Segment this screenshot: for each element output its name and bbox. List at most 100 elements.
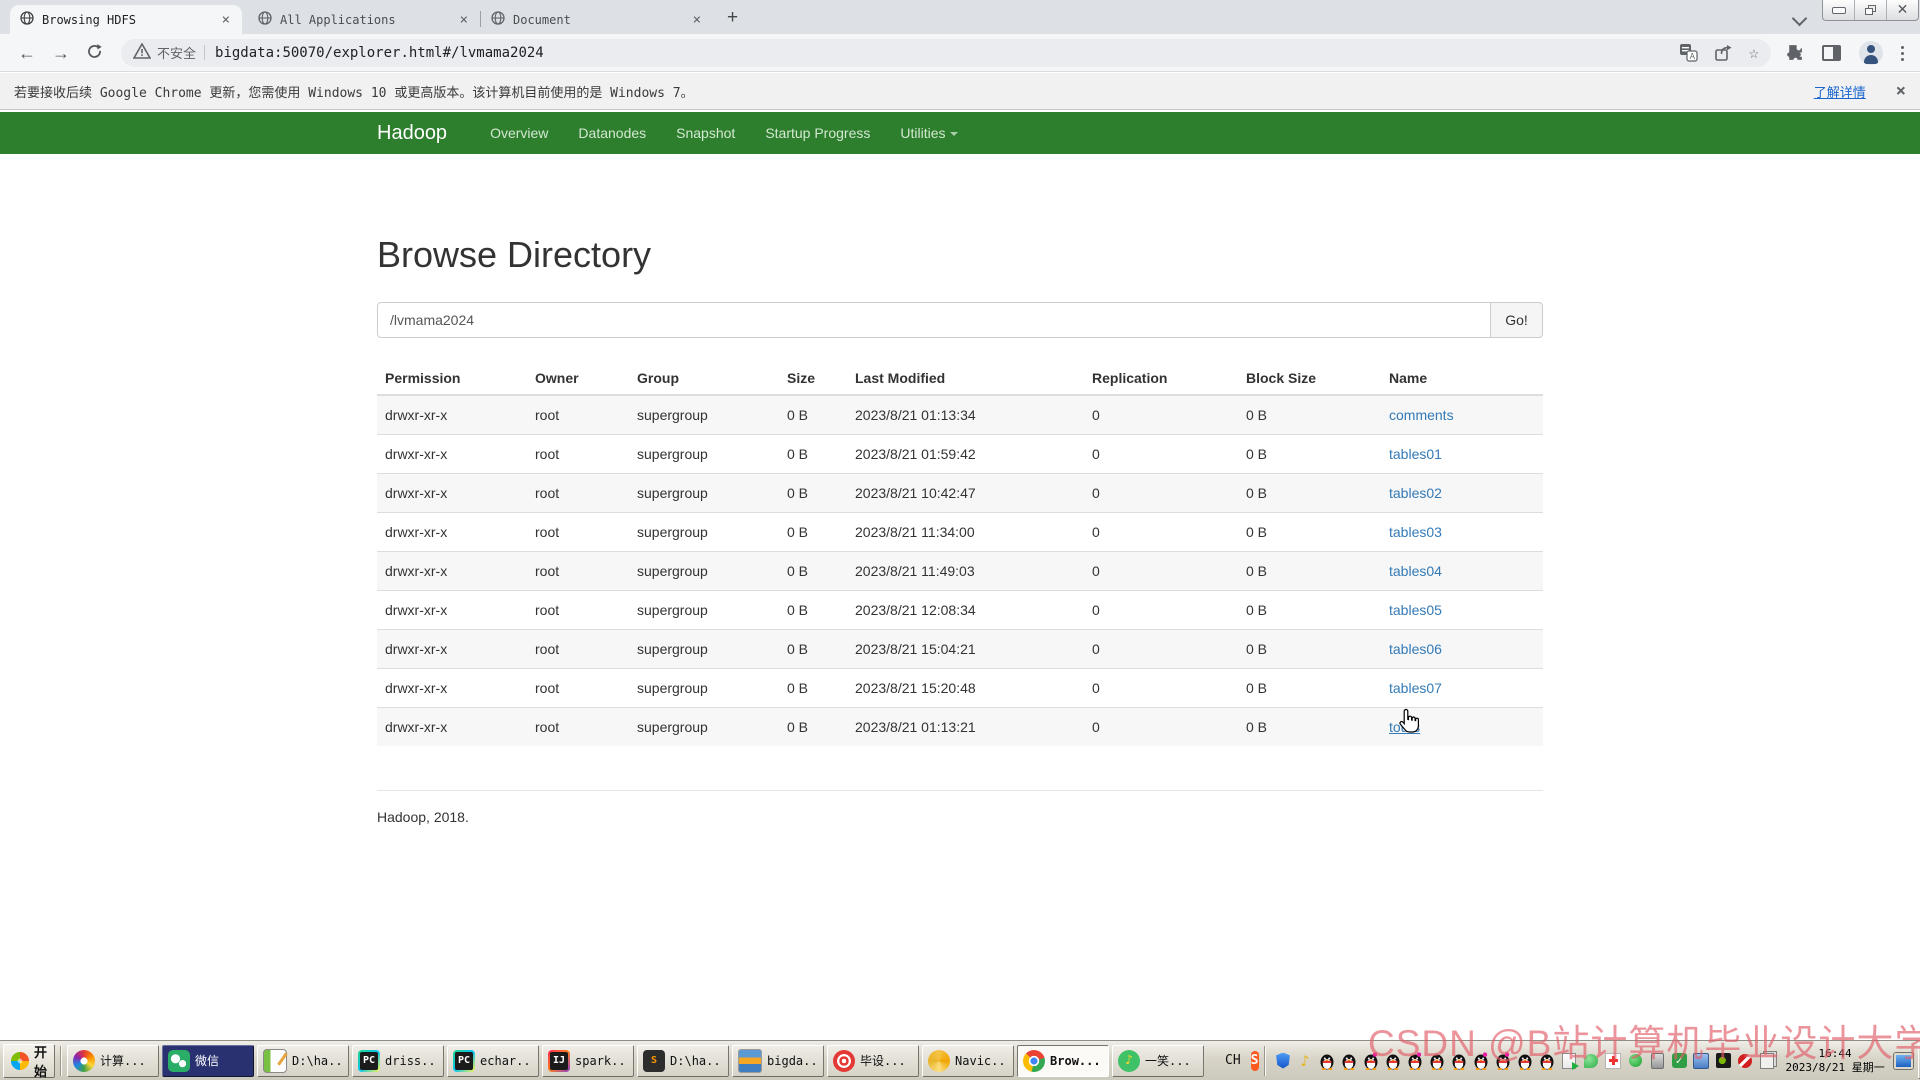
qq-penguin-tray-icon[interactable] [1340,1051,1359,1070]
profile-avatar[interactable] [1859,41,1883,65]
nav-overview[interactable]: Overview [475,125,563,141]
minimize-button[interactable] [1823,0,1855,20]
go-button[interactable]: Go! [1491,302,1543,338]
music-note-tray-icon[interactable]: ♪ [1296,1051,1315,1070]
taskbar-button-pycharm[interactable]: PCdriss... [352,1045,444,1077]
page-sync-tray-icon[interactable] [1560,1051,1579,1070]
table-row: drwxr-xr-xrootsupergroup0 B2023/8/21 12:… [377,591,1543,630]
menu-kebab-icon[interactable] [1901,46,1904,49]
share-icon[interactable] [1714,44,1733,62]
translate-icon[interactable]: A [1679,43,1698,62]
taskbar-button-label: 微信 [195,1052,219,1069]
window-controls: ✕ [1822,0,1919,21]
qq-penguin-tray-icon[interactable] [1384,1051,1403,1070]
taskbar-separator [60,1046,62,1076]
nav-datanodes[interactable]: Datanodes [563,125,661,141]
banner-close-icon[interactable]: × [1896,81,1906,101]
directory-link-tables01[interactable]: tables01 [1389,446,1442,462]
taskbar-button-qqmusic[interactable]: ♪一笑... [1112,1045,1204,1077]
qq-penguin-tray-icon[interactable] [1318,1051,1337,1070]
nvidia-tray-icon[interactable] [1714,1051,1733,1070]
nav-utilities-dropdown[interactable]: Utilities [885,125,972,141]
directory-link-tables06[interactable]: tables06 [1389,641,1442,657]
green-dot-tray-icon[interactable] [1626,1051,1645,1070]
table-header-row: Permission Owner Group Size Last Modifie… [377,362,1543,395]
qq-penguin-tray-icon[interactable] [1406,1051,1425,1070]
taskbar-button-label: 毕设... [860,1052,906,1069]
clipboard-tray-icon[interactable] [1758,1051,1777,1070]
qq-penguin-tray-icon[interactable] [1428,1051,1447,1070]
sogou-input-icon[interactable]: S [1251,1051,1259,1071]
directory-link-tables07[interactable]: tables07 [1389,680,1442,696]
directory-link-tables03[interactable]: tables03 [1389,524,1442,540]
taskbar-button-chrome[interactable]: Brow... [1017,1045,1109,1077]
new-tab-button[interactable]: + [727,7,738,29]
qq-penguin-tray-icon[interactable] [1516,1051,1535,1070]
directory-link-comments[interactable]: comments [1389,407,1454,423]
start-button[interactable]: 开始 [3,1044,55,1078]
network-monitor-icon[interactable] [1894,1051,1913,1070]
tab-close-icon[interactable]: × [458,13,470,27]
taskbar-button-label: 计算... [100,1052,146,1069]
bookmark-star-icon[interactable]: ☆ [1749,43,1759,63]
table-row: drwxr-xr-xrootsupergroup0 B2023/8/21 01:… [377,708,1543,747]
banner-message: 若要接收后续 Google Chrome 更新，您需使用 Windows 10 … [14,82,694,101]
directory-path-input[interactable] [377,302,1491,338]
cell-owner: root [527,513,629,552]
tab-close-icon[interactable]: × [691,13,703,27]
taskbar-button-vmware[interactable]: bigda... [732,1045,824,1077]
tab-search-chevron-icon[interactable] [1792,11,1808,27]
taskbar-button-wechat[interactable]: 微信 [162,1045,254,1077]
red-cross-tray-icon[interactable] [1604,1051,1623,1070]
tab-all-applications[interactable]: All Applications × [248,5,480,34]
phone-check-tray-icon[interactable]: ✓ [1670,1051,1689,1070]
taskbar-button-sublime[interactable]: SD:\ha... [637,1045,729,1077]
forward-icon[interactable]: → [52,43,70,63]
taskbar-button-notepad[interactable]: D:\ha... [257,1045,349,1077]
nav-snapshot[interactable]: Snapshot [661,125,750,141]
tab-close-icon[interactable]: × [220,13,232,27]
taskbar-button-navicat[interactable]: Navic... [922,1045,1014,1077]
restore-button[interactable] [1855,0,1887,20]
tab-browsing-hdfs[interactable]: Browsing HDFS × [10,5,242,34]
reload-icon[interactable] [86,43,103,64]
taskbar-button-swirl[interactable]: 计算... [67,1045,159,1077]
directory-link-tables02[interactable]: tables02 [1389,485,1442,501]
close-button[interactable]: ✕ [1887,0,1918,20]
qq-penguin-tray-icon[interactable] [1450,1051,1469,1070]
audio-plug-tray-icon[interactable] [1648,1051,1667,1070]
address-divider [204,45,205,60]
blue-box-tray-icon[interactable] [1692,1051,1711,1070]
qq-penguin-tray-icon[interactable] [1494,1051,1513,1070]
red-slash-tray-icon[interactable] [1736,1051,1755,1070]
directory-link-tables05[interactable]: tables05 [1389,602,1442,618]
taskbar-clock[interactable]: 16:44 2023/8/21 星期一 [1786,1047,1885,1075]
directory-link-tables04[interactable]: tables04 [1389,563,1442,579]
cell-last-modified: 2023/8/21 01:13:21 [847,708,1084,747]
taskbar-button-spiral[interactable]: 毕设... [827,1045,919,1077]
back-icon[interactable]: ← [18,43,36,63]
cell-size: 0 B [779,591,847,630]
nav-startup-progress[interactable]: Startup Progress [750,125,885,141]
taskbar-button-intellij[interactable]: IJspark... [542,1045,634,1077]
learn-more-link[interactable]: 了解详情 [1814,82,1866,101]
extensions-puzzle-icon[interactable] [1785,43,1804,62]
qq-penguin-tray-icon[interactable] [1362,1051,1381,1070]
hadoop-brand[interactable]: Hadoop [377,122,447,145]
cell-size: 0 B [779,669,847,708]
taskbar-button-pycharm[interactable]: PCechar... [447,1045,539,1077]
tab-document[interactable]: Document × [481,5,713,34]
warning-triangle-icon[interactable] [133,43,151,63]
shield-tray-icon[interactable] [1274,1051,1293,1070]
green-chat-tray-icon[interactable] [1582,1051,1601,1070]
address-bar[interactable]: 不安全 bigdata:50070/explorer.html#/lvmama2… [121,39,1771,67]
col-replication: Replication [1084,362,1238,395]
language-indicator[interactable]: CH [1221,1051,1245,1070]
table-row: drwxr-xr-xrootsupergroup0 B2023/8/21 15:… [377,630,1543,669]
cell-size: 0 B [779,435,847,474]
table-row: drwxr-xr-xrootsupergroup0 B2023/8/21 11:… [377,552,1543,591]
side-panel-icon[interactable] [1822,45,1841,61]
qq-penguin-tray-icon[interactable] [1472,1051,1491,1070]
qq-penguin-tray-icon[interactable] [1538,1051,1557,1070]
cell-permission: drwxr-xr-x [377,395,527,435]
